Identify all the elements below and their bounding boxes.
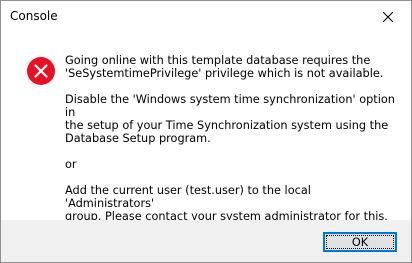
error-icon: [27, 57, 55, 85]
message-text: Going online with this template database…: [65, 54, 400, 236]
console-dialog: Console Going online with this template …: [0, 0, 412, 263]
close-icon: [383, 11, 393, 22]
title-bar[interactable]: Console: [1, 1, 411, 32]
focus-rectangle: [326, 235, 394, 249]
message-paragraph-or: or: [65, 158, 77, 171]
message-area: Going online with this template database…: [1, 32, 411, 223]
ok-button[interactable]: OK: [323, 232, 397, 252]
message-paragraph-add-user: Add the current user (test.user) to the …: [65, 184, 388, 223]
button-bar: OK: [1, 220, 411, 262]
window-title: Console: [10, 9, 58, 23]
message-paragraph-disable-sync: Disable the 'Windows system time synchro…: [65, 93, 395, 145]
message-paragraph-privilege: Going online with this template database…: [65, 54, 384, 80]
close-button[interactable]: [365, 1, 411, 32]
